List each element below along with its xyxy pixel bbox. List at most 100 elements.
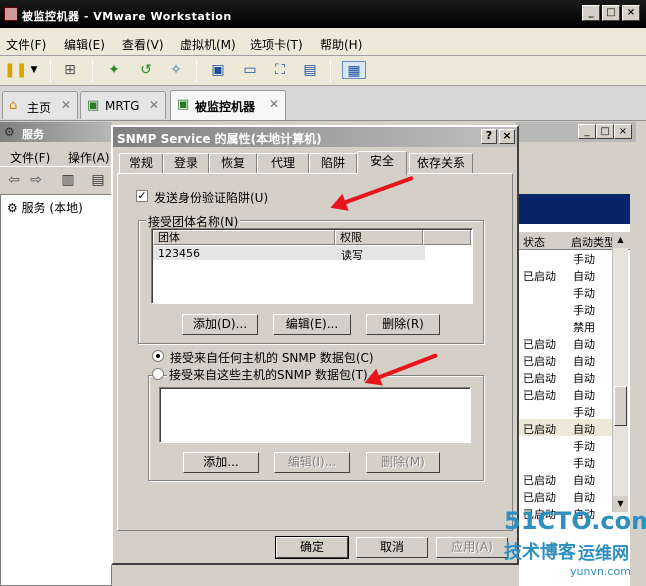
table-row[interactable]: 已启动 自动 [519, 487, 619, 504]
tab-mrtg[interactable]: ▣ MRTG ✕ [80, 91, 166, 119]
sidebar-view-icon[interactable]: ▣ [208, 61, 228, 79]
snapshot-manager-icon[interactable]: ✧ [166, 61, 186, 79]
quick-switch-icon[interactable]: ▦ [342, 61, 366, 79]
services-close-button[interactable]: × [614, 124, 632, 139]
ok-button[interactable]: 确定 [275, 536, 349, 559]
services-minimize-button[interactable]: _ [578, 124, 596, 139]
community-rights: 读写 [341, 249, 363, 262]
menu-help[interactable]: 帮助(H) [320, 36, 362, 53]
remove-host-button[interactable]: 删除(M) [366, 452, 440, 473]
menu-vm[interactable]: 虚拟机(M) [180, 36, 236, 53]
service-startup-type: 禁用 [573, 321, 595, 334]
tab-home-label: 主页 [27, 101, 52, 115]
cancel-button[interactable]: 取消 [356, 537, 428, 558]
menu-tabs[interactable]: 选项卡(T) [250, 36, 303, 53]
tab-home[interactable]: ⌂ 主页 ✕ [2, 91, 78, 119]
fullscreen-icon[interactable]: ⛶ [270, 61, 290, 79]
table-row[interactable]: 已启动 自动 [519, 368, 619, 385]
service-status: 已启动 [523, 355, 556, 368]
properties-icon[interactable]: ▤ [88, 171, 108, 189]
table-row[interactable]: 已启动 自动 [519, 334, 619, 351]
pause-icon[interactable]: ❚❚ [4, 61, 27, 79]
apply-button[interactable]: 应用(A) [436, 537, 508, 558]
service-status: 已启动 [523, 389, 556, 402]
accept-any-host-radio[interactable] [152, 350, 164, 362]
tab-agent[interactable]: 代理 [257, 153, 309, 173]
show-hide-tree-icon[interactable]: ▥ [58, 171, 78, 189]
close-tab-icon[interactable]: ✕ [61, 98, 71, 112]
table-row[interactable]: 禁用 [519, 317, 619, 334]
scrollbar-thumb[interactable] [614, 386, 627, 426]
tab-general[interactable]: 常规 [119, 153, 163, 173]
snapshot-icon[interactable]: ✦ [104, 61, 124, 79]
add-community-button[interactable]: 添加(D)... [182, 314, 258, 335]
table-row[interactable]: 手动 [519, 402, 619, 419]
table-row[interactable]: 手动 [519, 436, 619, 453]
edit-host-button[interactable]: 编辑(I)... [274, 452, 350, 473]
table-row[interactable]: 已启动 自动 [519, 351, 619, 368]
community-list[interactable]: 团体 权限 123456 读写 [151, 228, 473, 304]
services-menu-action[interactable]: 操作(A) [68, 149, 110, 166]
vmware-tab-strip: ⌂ 主页 ✕ ▣ MRTG ✕ ▣ 被监控机器 ✕ [0, 87, 646, 121]
dialog-title: SNMP Service 的属性(本地计算机) [117, 132, 322, 146]
table-row[interactable]: 手动 [519, 249, 619, 266]
column-status[interactable]: 状态 [523, 234, 545, 250]
watermark: 51CTO.com 技术博客 运维网 yunvn.com [500, 505, 646, 586]
remove-community-button[interactable]: 删除(R) [366, 314, 440, 335]
table-row[interactable]: 手动 [519, 283, 619, 300]
add-host-button[interactable]: 添加... [183, 452, 259, 473]
close-tab-icon[interactable]: ✕ [269, 97, 279, 111]
watermark-text: 技术博客 [504, 542, 576, 563]
tree-node-services-local[interactable]: ⚙ 服务 (本地) [7, 199, 83, 216]
menu-edit[interactable]: 编辑(E) [64, 36, 105, 53]
service-status: 已启动 [523, 474, 556, 487]
menu-file[interactable]: 文件(F) [6, 36, 46, 53]
list-item[interactable]: 123456 读写 [153, 246, 425, 262]
table-row[interactable]: 已启动 自动 [519, 470, 619, 487]
service-startup-type: 手动 [573, 457, 595, 470]
services-title-bar-right: _ □ × [516, 122, 636, 142]
service-startup-type: 自动 [573, 355, 595, 368]
minimize-button[interactable]: _ [582, 5, 600, 21]
dialog-close-button[interactable]: × [499, 129, 515, 144]
edit-community-button[interactable]: 编辑(E)... [273, 314, 351, 335]
tab-dependencies[interactable]: 依存关系 [409, 153, 473, 173]
services-title-bar: ⚙ 服务 [0, 122, 112, 142]
services-scrollbar[interactable]: ▲ ▼ [612, 232, 628, 512]
services-menu-file[interactable]: 文件(F) [10, 149, 50, 166]
close-tab-icon[interactable]: ✕ [149, 98, 159, 112]
tab-traps[interactable]: 陷阱 [309, 153, 357, 173]
scroll-up-icon[interactable]: ▲ [613, 232, 628, 248]
accept-these-hosts-radio[interactable] [152, 368, 164, 380]
console-view-icon[interactable]: ▭ [240, 61, 260, 79]
back-icon[interactable]: ⇦ [4, 171, 24, 189]
network-icon[interactable]: ⊞ [60, 61, 80, 79]
revert-snapshot-icon[interactable]: ↺ [136, 61, 156, 79]
hosts-list[interactable] [159, 387, 471, 443]
send-auth-trap-checkbox[interactable]: ✓ [136, 190, 148, 202]
community-name: 123456 [158, 247, 200, 260]
table-row[interactable]: 手动 [519, 300, 619, 317]
tab-recovery[interactable]: 恢复 [209, 153, 257, 173]
watermark-text: yunvn.com [570, 565, 631, 578]
forward-icon[interactable]: ⇨ [26, 171, 46, 189]
help-button[interactable]: ? [481, 129, 497, 144]
column-rights[interactable]: 权限 [335, 230, 423, 245]
service-startup-type: 手动 [573, 304, 595, 317]
maximize-button[interactable]: □ [602, 5, 620, 21]
table-row[interactable]: 手动 [519, 453, 619, 470]
unity-icon[interactable]: ▤ [300, 61, 320, 79]
table-row[interactable]: 已启动 自动 [519, 419, 619, 436]
column-community[interactable]: 团体 [153, 230, 335, 245]
close-button[interactable]: × [622, 5, 640, 21]
column-startup-type[interactable]: 启动类型 [571, 234, 615, 250]
services-maximize-button[interactable]: □ [596, 124, 614, 139]
window-title: 被监控机器 - VMware Workstation [22, 10, 232, 23]
table-row[interactable]: 已启动 自动 [519, 266, 619, 283]
dropdown-arrow-icon[interactable]: ▼ [24, 61, 44, 79]
menu-view[interactable]: 查看(V) [122, 36, 164, 53]
tab-logon[interactable]: 登录 [163, 153, 209, 173]
tab-security[interactable]: 安全 [357, 151, 407, 175]
table-row[interactable]: 已启动 自动 [519, 385, 619, 402]
tab-monitored-machine[interactable]: ▣ 被监控机器 ✕ [170, 90, 286, 120]
